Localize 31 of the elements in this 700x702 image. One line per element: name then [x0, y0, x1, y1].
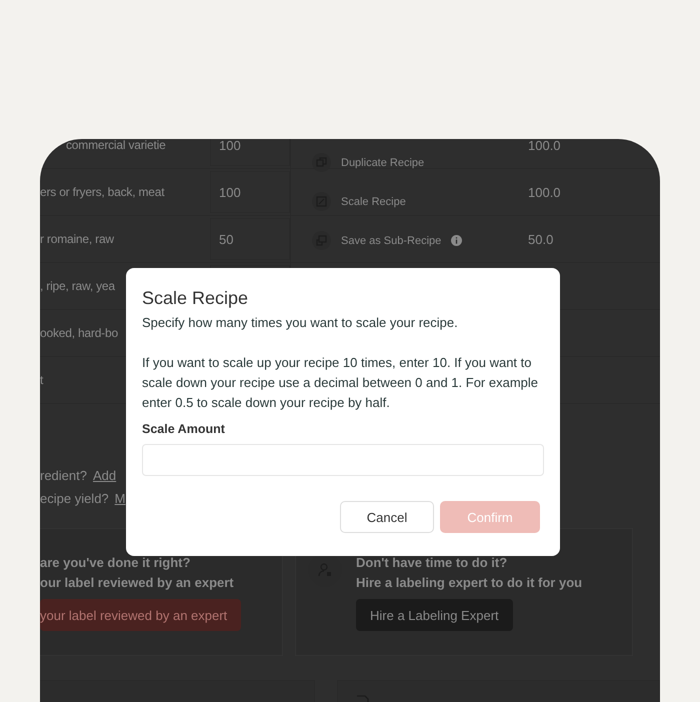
dialog-help-text: If you want to scale up your recipe 10 times, enter 10. If you want to scale down your recipe use a decimal between 0 and 1. For example enter 0.5 to scale down your recipe by half. — [142, 354, 539, 412]
hire-button[interactable]: Hire a Labeling Expert — [356, 599, 513, 631]
ingredient-name: ooked, hard-bo — [40, 326, 118, 340]
card-title: are you've done it right? — [40, 554, 192, 572]
review-button[interactable]: your label reviewed by an expert — [40, 599, 242, 631]
amount-cell: 100 — [219, 184, 241, 200]
ingredient-name: , ripe, raw, yea — [40, 279, 115, 293]
menu-item[interactable]: Scale Recipe — [312, 182, 502, 221]
prompt-text: ecipe yield? — [40, 491, 109, 506]
action-link[interactable]: Add — [92, 468, 116, 483]
amount-cell: 100 — [219, 139, 241, 152]
field-label: Scale Amount — [142, 422, 226, 436]
ingredient-name: t — [40, 373, 44, 387]
card-subtitle: Hire a labeling expert to do it for you — [356, 574, 582, 592]
scale-amount-field[interactable] — [142, 444, 544, 476]
action-link[interactable]: M — [114, 491, 126, 506]
value-cell-text: 100.0 — [527, 139, 561, 152]
ingredient-name: r romaine, raw — [40, 232, 114, 246]
prompt-text: redient? — [40, 468, 87, 483]
card-subtitle: our label reviewed by an expert — [40, 574, 235, 592]
ingredient-name: commercial varietie — [66, 139, 166, 152]
dialog-title: Scale Recipe — [142, 288, 250, 309]
menu-item[interactable]: Save as Sub-Recipe — [312, 221, 502, 260]
card-title: Don't have time to do it? — [356, 554, 508, 572]
value-cell-text: 100.0 — [527, 184, 561, 200]
menu-item[interactable]: Duplicate Recipe — [312, 143, 502, 182]
dialog-intro: Specify how many times you want to scale your recipe. — [142, 314, 459, 332]
amount-cell: 50 — [219, 232, 234, 246]
value-cell-text: 50.0 — [527, 232, 554, 246]
cancel-button[interactable]: Cancel — [340, 501, 434, 533]
ingredient-name: ers or fryers, back, meat — [40, 185, 164, 199]
